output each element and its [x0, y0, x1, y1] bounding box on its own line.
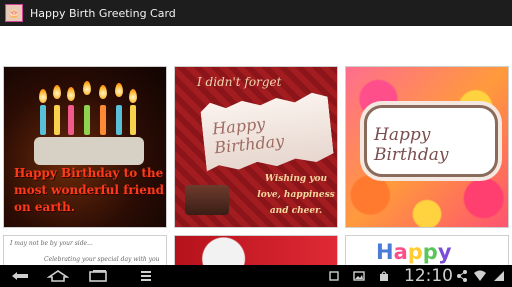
candle	[116, 105, 122, 135]
flame-icon	[67, 87, 75, 101]
candle	[84, 105, 90, 135]
flame-icon	[115, 83, 123, 97]
flame-icon	[83, 81, 91, 95]
flame-icon	[99, 85, 107, 99]
card-4-line-2: Celebrating your special day with you	[44, 256, 160, 263]
card-thumbnail-6[interactable]: Happy	[345, 235, 509, 265]
signal-icon	[492, 268, 506, 284]
card-3-headline: Happy Birthday	[374, 125, 449, 165]
card-4-line-1: I may not be by your side...	[10, 240, 93, 247]
candle	[54, 105, 60, 135]
cake-image	[185, 185, 229, 215]
app-title: Happy Birth Greeting Card	[30, 6, 176, 20]
action-bar: 🎂 Happy Birth Greeting Card	[0, 0, 512, 26]
flame-icon	[129, 89, 137, 103]
card-thumbnail-1[interactable]: Happy Birthday to the most wonderful fri…	[3, 66, 167, 228]
cake-image	[34, 137, 144, 165]
card-6-letter: a	[393, 240, 408, 264]
candle	[40, 105, 46, 135]
recents-icon[interactable]	[86, 268, 110, 284]
card-grid: Happy Birthday to the most wonderful fri…	[0, 26, 512, 265]
card-6-letter: p	[422, 240, 438, 264]
card-1-caption: Happy Birthday to the most wonderful fri…	[14, 166, 164, 214]
card-6-letter: p	[407, 240, 423, 264]
wifi-icon	[473, 268, 487, 284]
card-thumbnail-3[interactable]: Happy Birthday	[345, 66, 509, 228]
home-icon[interactable]	[46, 268, 70, 284]
card-thumbnail-4[interactable]: I may not be by your side... Celebrating…	[3, 235, 167, 265]
system-nav-bar: 12:10	[0, 265, 512, 287]
card-6-letter: H	[376, 240, 394, 264]
menu-icon[interactable]	[136, 268, 156, 284]
candle	[68, 105, 74, 135]
card-6-letter: y	[437, 240, 452, 264]
card-2-wish: Wishing you love, happiness and cheer.	[257, 174, 335, 216]
clock: 12:10	[404, 266, 453, 286]
card-thumbnail-5[interactable]	[174, 235, 338, 265]
share-icon	[455, 268, 469, 284]
gallery-icon	[352, 268, 366, 284]
notification-icon	[328, 268, 340, 284]
card-6-word: Happy	[376, 240, 452, 264]
shopping-bag-icon	[376, 268, 392, 284]
flame-icon	[53, 85, 61, 99]
candle	[130, 105, 136, 135]
card-2-top-text: I didn't forget	[197, 75, 282, 89]
card-thumbnail-2[interactable]: I didn't forget Happy Birthday Wishing y…	[174, 66, 338, 228]
candle	[100, 105, 106, 135]
app-icon[interactable]: 🎂	[5, 4, 23, 22]
flame-icon	[39, 89, 47, 103]
back-icon[interactable]	[8, 268, 32, 284]
